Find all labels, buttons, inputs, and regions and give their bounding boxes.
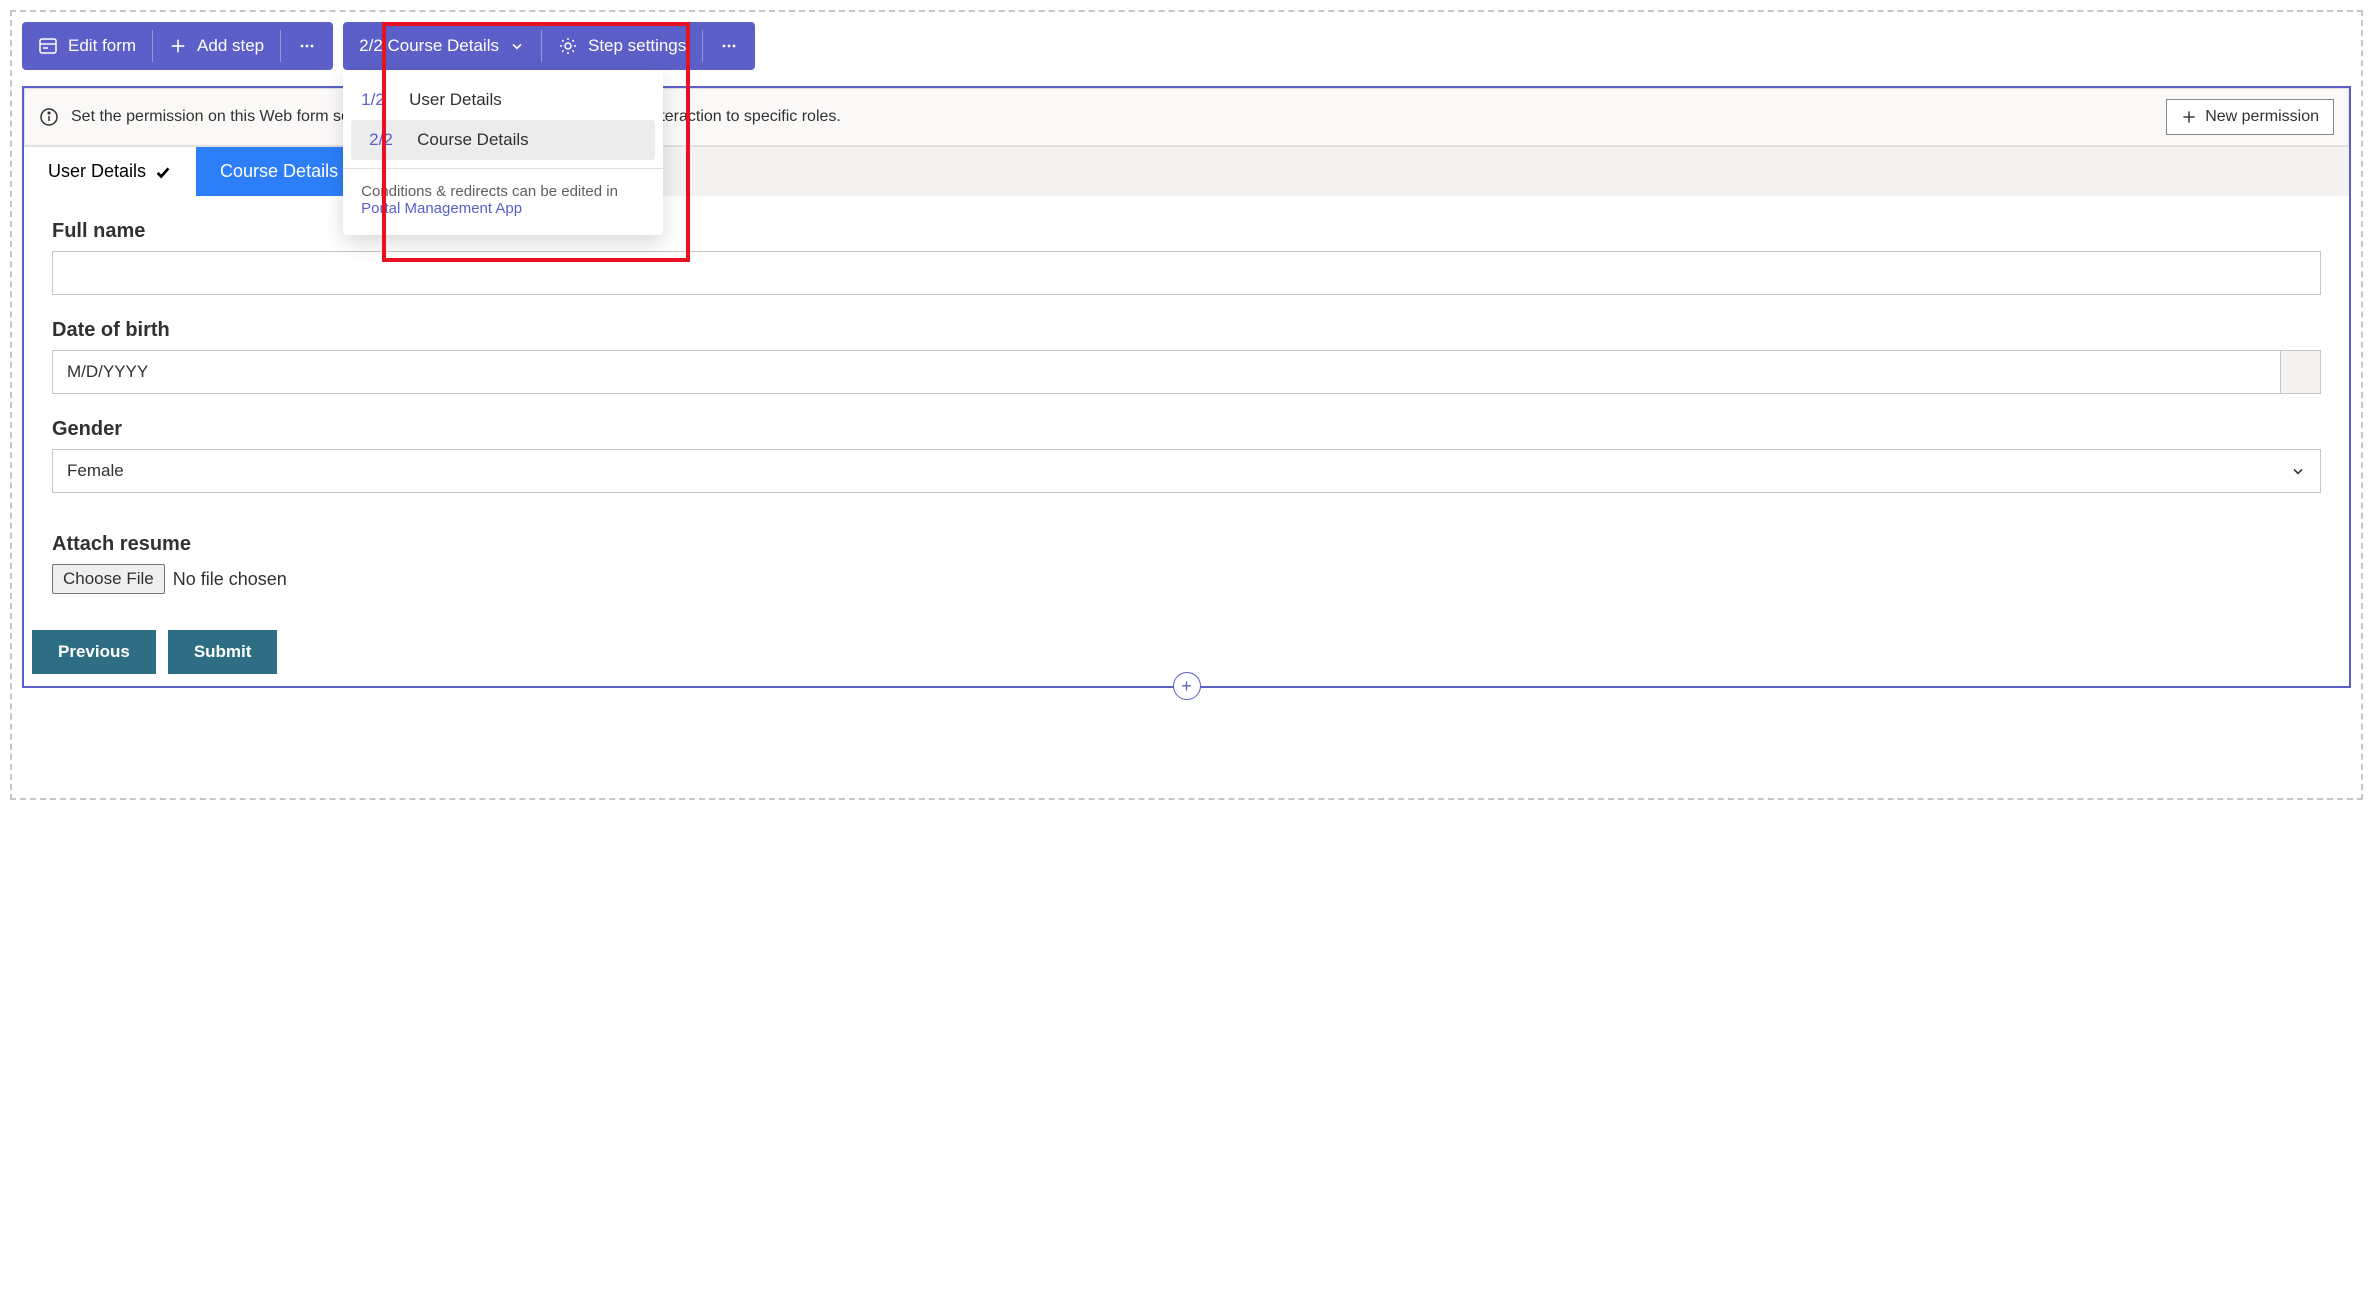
previous-button[interactable]: Previous — [32, 630, 156, 674]
more-icon — [719, 36, 739, 56]
gear-icon — [558, 36, 578, 56]
plus-icon — [2181, 109, 2197, 125]
step-label: Course Details — [417, 130, 529, 150]
portal-management-link[interactable]: Portal Management App — [361, 200, 522, 217]
submit-button[interactable]: Submit — [168, 630, 278, 674]
footer-text: Conditions & redirects can be edited in — [361, 183, 618, 200]
full-name-input[interactable] — [52, 251, 2321, 295]
info-icon — [39, 107, 59, 127]
step-number: 1/2 — [361, 90, 391, 110]
dob-input[interactable]: M/D/YYYY — [52, 350, 2321, 394]
step-number: 2/2 — [369, 130, 399, 150]
plus-icon: + — [1181, 676, 1192, 697]
field-attach: Attach resume Choose File No file chosen — [52, 533, 2321, 594]
tab-label: Course Details — [220, 161, 338, 182]
step-settings-button[interactable]: Step settings — [542, 22, 702, 70]
gender-value: Female — [67, 461, 2290, 481]
gender-select[interactable]: Female — [52, 449, 2321, 493]
field-gender: Gender Female — [52, 418, 2321, 493]
step-option-course-details[interactable]: 2/2 Course Details — [351, 120, 655, 160]
plus-icon — [169, 37, 187, 55]
step-option-user-details[interactable]: 1/2 User Details — [343, 80, 663, 120]
choose-file-button[interactable]: Choose File — [52, 564, 165, 594]
add-step-button[interactable]: Add step — [153, 22, 280, 70]
check-icon — [154, 163, 172, 181]
no-file-text: No file chosen — [173, 569, 287, 590]
step-label: User Details — [409, 90, 502, 110]
attach-label: Attach resume — [52, 533, 2321, 556]
new-permission-label: New permission — [2205, 108, 2319, 126]
file-row: Choose File No file chosen — [52, 564, 2321, 594]
step-more-button[interactable] — [703, 22, 755, 70]
toolbar-group-step: 2/2 Course Details Step settings — [343, 22, 755, 70]
edit-form-label: Edit form — [68, 36, 136, 56]
form-area: Full name Date of birth M/D/YYYY Gender … — [24, 196, 2349, 630]
dob-placeholder: M/D/YYYY — [53, 362, 2280, 382]
more-icon — [297, 36, 317, 56]
current-step-dropdown[interactable]: 2/2 Course Details — [343, 22, 541, 70]
step-dropdown-footer: Conditions & redirects can be edited in … — [343, 168, 663, 217]
form-icon — [38, 36, 58, 56]
toolbar: Edit form Add step 2/2 Course Details — [12, 12, 2361, 70]
form-more-button[interactable] — [281, 22, 333, 70]
add-step-label: Add step — [197, 36, 264, 56]
step-settings-label: Step settings — [588, 36, 686, 56]
add-below-button[interactable]: + — [1173, 672, 1201, 700]
editor-canvas: Edit form Add step 2/2 Course Details — [10, 10, 2363, 800]
gender-label: Gender — [52, 418, 2321, 441]
toolbar-group-form: Edit form Add step — [22, 22, 333, 70]
dob-label: Date of birth — [52, 319, 2321, 342]
step-dropdown-panel: 1/2 User Details 2/2 Course Details Cond… — [343, 70, 663, 235]
chevron-down-icon — [2290, 463, 2306, 479]
tab-user-details[interactable]: User Details — [24, 147, 196, 196]
tab-label: User Details — [48, 161, 146, 182]
field-dob: Date of birth M/D/YYYY — [52, 319, 2321, 394]
current-step-label: 2/2 Course Details — [359, 36, 499, 56]
tab-course-details[interactable]: Course Details — [196, 147, 362, 196]
edit-form-button[interactable]: Edit form — [22, 22, 152, 70]
new-permission-button[interactable]: New permission — [2166, 99, 2334, 135]
chevron-down-icon — [509, 38, 525, 54]
date-picker-button[interactable] — [2280, 351, 2320, 393]
